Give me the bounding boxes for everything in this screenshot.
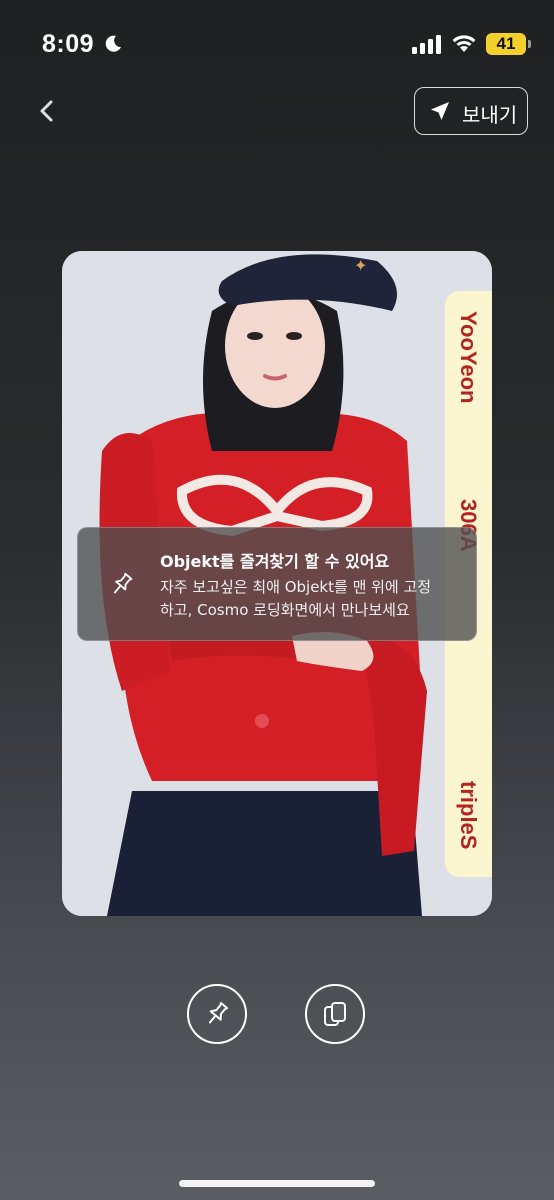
pin-button[interactable] — [187, 984, 247, 1044]
battery-tip — [528, 40, 531, 48]
status-bar: 8:09 41 — [0, 0, 554, 90]
wifi-icon — [452, 35, 476, 52]
member-name: YooYeon — [456, 311, 481, 404]
paper-plane-icon — [431, 102, 449, 120]
favorite-tooltip: Objekt를 즐겨찾기 할 수 있어요 자주 보고싶은 최애 Objekt를 … — [77, 527, 477, 641]
send-button[interactable]: 보내기 — [414, 87, 528, 135]
group-name: tripleS — [456, 781, 481, 850]
tooltip-title: Objekt를 즐겨찾기 할 수 있어요 — [160, 552, 390, 571]
home-indicator[interactable] — [179, 1180, 375, 1187]
pin-icon — [208, 1002, 229, 1024]
copy-button[interactable] — [305, 984, 365, 1044]
svg-text:✦: ✦ — [354, 258, 367, 275]
signal-icon — [412, 35, 441, 54]
pin-icon — [114, 572, 133, 594]
chevron-left-icon[interactable] — [30, 94, 64, 128]
tooltip-body: 자주 보고싶은 최애 Objekt를 맨 위에 고정 하고, Cosmo 로딩화… — [160, 576, 460, 622]
battery-icon: 41 — [486, 33, 526, 55]
send-button-label: 보내기 — [462, 103, 518, 127]
tooltip-body-line-2: 하고, Cosmo 로딩화면에서 만나보세요 — [160, 601, 410, 619]
moon-icon — [105, 35, 121, 52]
status-time: 8:09 — [42, 30, 95, 58]
tooltip-body-line-1: 자주 보고싶은 최애 Objekt를 맨 위에 고정 — [160, 578, 432, 596]
copy-icon — [324, 1002, 346, 1026]
